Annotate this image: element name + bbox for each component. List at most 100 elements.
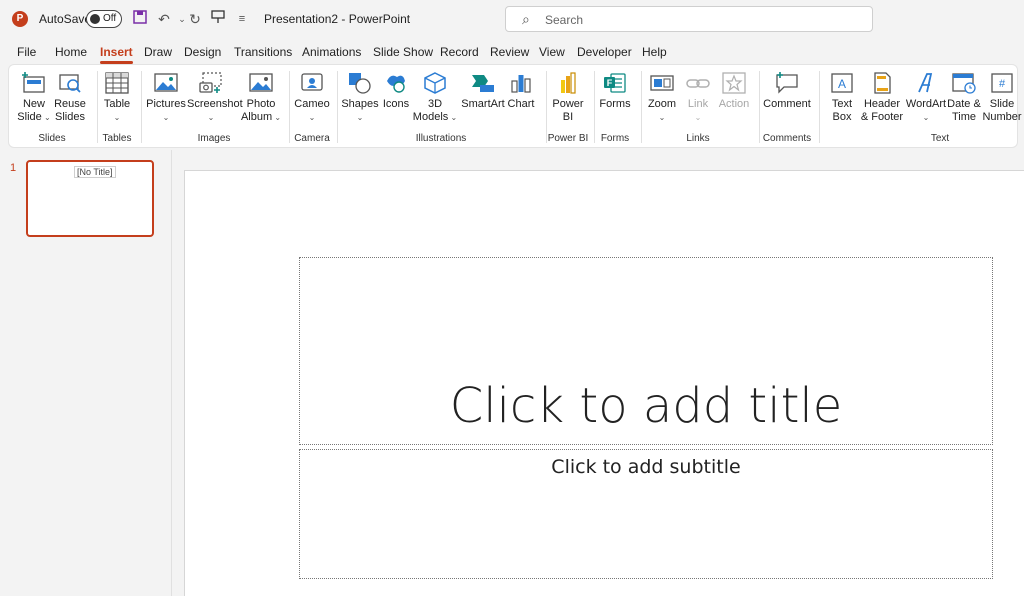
header-footer-label-2: & Footer (860, 111, 904, 123)
tab-help[interactable]: Help (642, 45, 667, 59)
autosave-state: Off (103, 13, 117, 24)
subtitle-placeholder[interactable]: Click to add subtitle (299, 449, 993, 579)
search-placeholder: Search (545, 13, 584, 27)
powerpoint-logo-icon: P (12, 11, 28, 27)
power-bi-icon (561, 72, 576, 94)
tab-home[interactable]: Home (55, 45, 87, 59)
svg-text:A: A (838, 77, 846, 91)
group-label-text: Text (930, 133, 950, 144)
tab-draw[interactable]: Draw (144, 45, 172, 59)
group-label-comments: Comments (762, 133, 812, 144)
smartart-icon (472, 75, 494, 92)
link-icon (686, 79, 710, 88)
group-label-power-bi: Power BI (547, 133, 589, 144)
action-label: Action (718, 98, 750, 110)
group-divider (759, 71, 760, 143)
tab-slide-show[interactable]: Slide Show (373, 45, 433, 59)
slide-thumbnail[interactable]: [No Title] (26, 160, 154, 237)
chevron-down-icon: ⌄ (207, 113, 215, 122)
header-footer-icon (874, 72, 891, 94)
forms-button[interactable]: F Forms (592, 69, 638, 131)
3d-models-label-2: Models (412, 111, 449, 123)
photo-album-button[interactable]: Photo Album ⌄ (238, 69, 284, 131)
redo-icon[interactable]: ↻ (185, 9, 205, 29)
table-button[interactable]: Table ⌄ (94, 69, 140, 131)
screenshot-icon (199, 72, 222, 93)
thumbnail-title: [No Title] (74, 166, 116, 178)
action-star-icon (722, 72, 746, 94)
customize-quick-access-icon[interactable]: ≡ (232, 9, 252, 29)
header-footer-label-1: Header (863, 98, 901, 110)
pictures-label: Pictures (146, 98, 186, 110)
wordart-icon (918, 73, 933, 93)
cameo-button[interactable]: Cameo ⌄ (289, 69, 335, 131)
3d-models-button[interactable]: 3D Models ⌄ (412, 69, 458, 131)
group-label-camera: Camera (294, 133, 330, 144)
reuse-slides-button[interactable]: Reuse Slides (47, 69, 93, 131)
reuse-slides-label-2: Slides (55, 111, 85, 123)
cameo-icon (301, 73, 323, 91)
screenshot-button[interactable]: Screenshot ⌄ (187, 69, 243, 131)
slide-number-label-2: Number (982, 111, 1022, 123)
tab-animations[interactable]: Animations (302, 45, 361, 59)
header-footer-button[interactable]: Header & Footer (857, 69, 907, 131)
photo-album-label-1: Photo (246, 98, 276, 110)
tab-transitions[interactable]: Transitions (234, 45, 292, 59)
screenshot-label: Screenshot (187, 98, 243, 110)
table-label: Table (103, 98, 131, 110)
chart-button[interactable]: Chart (498, 69, 544, 131)
comment-label: Comment (763, 98, 811, 110)
search-icon: ⌕ (522, 11, 530, 27)
chevron-down-icon: ⌄ (448, 113, 458, 122)
chevron-down-icon: ⌄ (272, 113, 282, 122)
tab-view[interactable]: View (539, 45, 565, 59)
tab-review[interactable]: Review (490, 45, 529, 59)
slides-panel: 1 [No Title] (0, 150, 172, 596)
title-bar: P AutoSave Off ↶ ⌄ ↻ ≡ Presentation2 - P… (0, 0, 1024, 40)
reuse-slides-label-1: Reuse (54, 98, 86, 110)
tab-developer[interactable]: Developer (577, 45, 632, 59)
group-divider (141, 71, 142, 143)
document-title: Presentation2 - PowerPoint (264, 12, 411, 26)
3d-models-label-1: 3D (427, 98, 443, 110)
slide-number-button[interactable]: # Slide Number (977, 69, 1024, 131)
search-box[interactable]: ⌕ Search (505, 6, 873, 32)
reuse-slides-icon (59, 74, 81, 93)
comment-button[interactable]: Comment (763, 69, 811, 131)
photo-album-label-2: Album (240, 111, 273, 123)
tab-design[interactable]: Design (184, 45, 221, 59)
new-slide-icon (22, 72, 45, 93)
pictures-icon (154, 73, 178, 92)
shapes-icon (349, 73, 371, 94)
save-icon[interactable] (130, 9, 150, 29)
subtitle-placeholder-text: Click to add subtitle (551, 456, 741, 478)
autosave-label: AutoSave (39, 12, 92, 26)
cube-icon (424, 72, 446, 94)
photo-album-icon (249, 73, 273, 92)
slide-number: 1 (10, 162, 17, 174)
title-placeholder-text: Click to add title (449, 378, 843, 434)
slide-number-label-1: Slide (989, 98, 1015, 110)
autosave-toggle[interactable]: Off (86, 10, 122, 28)
group-label-forms: Forms (600, 133, 630, 144)
calendar-icon (952, 73, 976, 94)
tab-record[interactable]: Record (440, 45, 479, 59)
tab-insert[interactable]: Insert (100, 45, 133, 64)
action-button[interactable]: Action (711, 69, 757, 131)
ribbon-insert: New Slide ⌄ Reuse Slides Slides Table ⌄ … (8, 64, 1022, 148)
title-placeholder[interactable]: Click to add title (299, 257, 993, 445)
present-icon[interactable] (208, 9, 228, 29)
zoom-icon (650, 75, 674, 91)
power-bi-label-1: Power (552, 98, 584, 110)
group-label-illustrations: Illustrations (415, 133, 467, 144)
undo-icon[interactable]: ↶ (154, 9, 174, 29)
slide-canvas: Click to add title Click to add subtitle (184, 170, 1024, 596)
text-box-icon: A (831, 73, 853, 93)
cameo-label: Cameo (294, 98, 330, 110)
forms-icon: F (604, 73, 626, 93)
power-bi-button[interactable]: Power BI (545, 69, 591, 131)
chevron-down-icon: ⌄ (308, 113, 316, 122)
tab-file[interactable]: File (17, 45, 36, 59)
pictures-button[interactable]: Pictures ⌄ (143, 69, 189, 131)
comment-icon (776, 72, 798, 94)
